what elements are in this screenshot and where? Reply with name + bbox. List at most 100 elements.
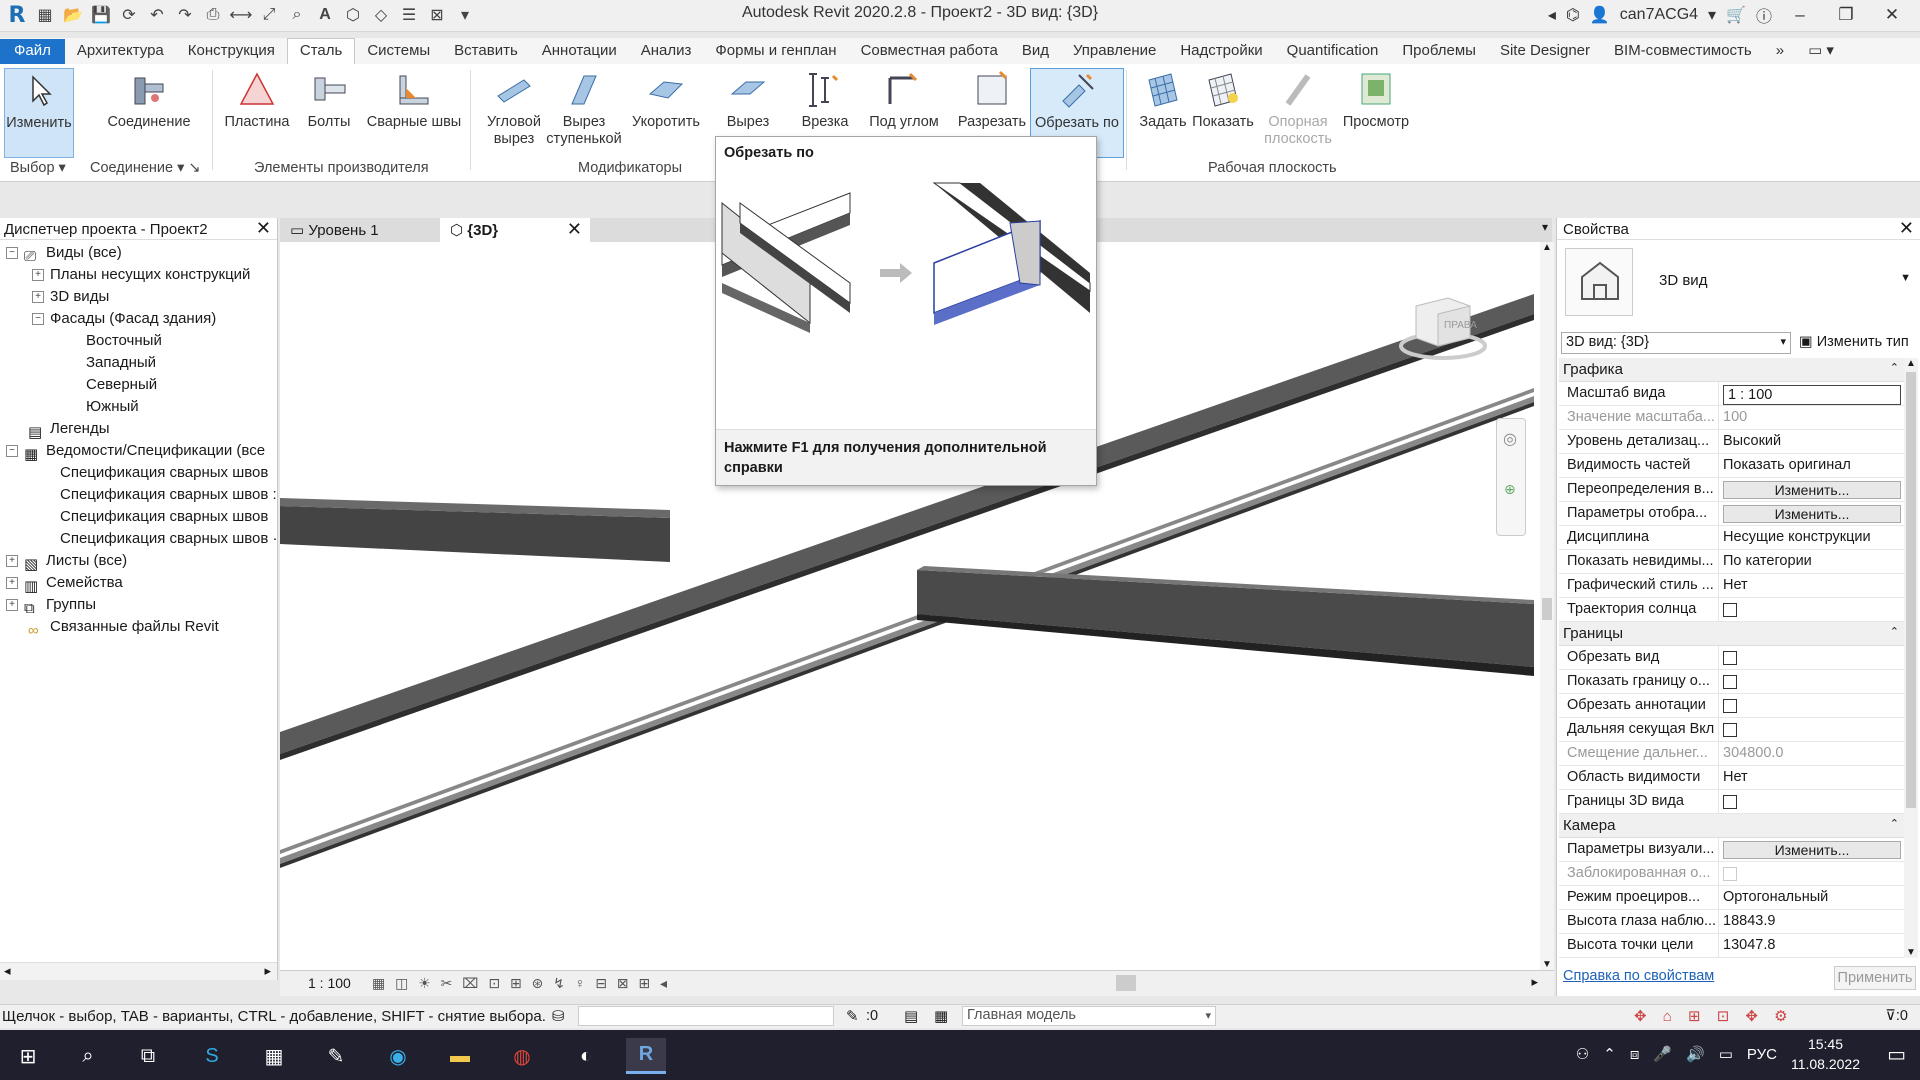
zoom-icon[interactable]: ⊕: [1504, 481, 1516, 498]
tree-item-weld-schedule-3[interactable]: Спецификация сварных швов: [60, 506, 268, 528]
view-control-icons[interactable]: ▦ ◫ ☀ ✂ ⌧ ⊡ ⊞ ⊛ ↯ ♀ ⊟ ⊠ ⊞ ◂: [372, 975, 670, 992]
worksets-icon[interactable]: ⛁: [552, 1007, 565, 1025]
tab-3d-view[interactable]: ⬡ {3D} ✕: [440, 218, 590, 242]
tree-item-structural-plans[interactable]: + Планы несущих конструкций: [32, 264, 250, 286]
property-group-header[interactable]: Границы ⌃: [1559, 622, 1905, 646]
edge-icon[interactable]: ◉: [378, 1038, 418, 1074]
property-checkbox[interactable]: [1723, 723, 1737, 737]
tree-item-west[interactable]: Западный: [86, 352, 156, 374]
tab-collaborate[interactable]: Совместная работа: [849, 39, 1010, 64]
scroll-down-icon[interactable]: ▼: [1906, 947, 1916, 958]
panel-label-connection[interactable]: Соединение ▾ ↘: [90, 160, 201, 176]
tab-analyze[interactable]: Анализ: [629, 39, 704, 64]
expand-icon[interactable]: +: [6, 555, 18, 568]
search-icon[interactable]: ⌕: [68, 1038, 108, 1074]
tab-file[interactable]: Файл: [0, 39, 65, 64]
tree-item-legends[interactable]: ▤ Легенды: [28, 418, 110, 441]
view-scale[interactable]: 1 : 100: [308, 975, 351, 991]
property-group-header[interactable]: Камера ⌃: [1559, 814, 1905, 838]
horizontal-scroll-thumb[interactable]: [1116, 975, 1136, 991]
tree-item-elevations[interactable]: − Фасады (Фасад здания): [32, 308, 216, 330]
property-value[interactable]: По категории: [1719, 550, 1905, 573]
paint-icon[interactable]: ✎: [316, 1038, 356, 1074]
corner-notch-button[interactable]: Угловой вырез: [474, 68, 554, 158]
bolts-button[interactable]: Болты: [294, 68, 364, 158]
tab-steel[interactable]: Сталь: [286, 38, 356, 64]
view-scale-input[interactable]: 1 : 100: [1723, 385, 1901, 405]
collapse-icon[interactable]: ⌃: [1890, 625, 1899, 638]
scroll-up-icon[interactable]: ▲: [1542, 242, 1552, 253]
tab-insert[interactable]: Вставить: [442, 39, 530, 64]
collapse-icon[interactable]: ⌃: [1890, 817, 1899, 830]
shorten-button[interactable]: Укоротить: [626, 68, 706, 158]
tree-item-views[interactable]: − ⎚ Виды (все): [6, 242, 122, 265]
expand-icon[interactable]: +: [6, 599, 18, 612]
tree-item-families[interactable]: + ▥ Семейства: [6, 572, 123, 595]
tree-item-groups[interactable]: + ⧉ Группы: [6, 594, 96, 617]
property-value[interactable]: Ортогональный: [1719, 886, 1905, 909]
viewcube[interactable]: ПРАВА: [1398, 286, 1488, 366]
property-checkbox[interactable]: [1723, 651, 1737, 665]
close-icon[interactable]: ✕: [567, 219, 582, 240]
chrome-icon[interactable]: ◍: [502, 1038, 542, 1074]
steering-wheel-icon[interactable]: ◎: [1503, 429, 1517, 449]
tray-expand-icon[interactable]: ⌃: [1603, 1045, 1616, 1063]
selection-filters-icons[interactable]: ✥ ⌂ ⊞ ⊡ ✥ ⚙: [1634, 1007, 1794, 1025]
tab-view[interactable]: Вид: [1010, 39, 1061, 64]
property-checkbox[interactable]: [1723, 867, 1737, 881]
scroll-thumb[interactable]: [1906, 372, 1916, 808]
property-group-header[interactable]: Графика ⌃: [1559, 358, 1905, 382]
vertical-scrollbar[interactable]: ▲ ▼: [1540, 242, 1554, 970]
welds-button[interactable]: Сварные швы: [366, 68, 462, 158]
network-icon[interactable]: ⧈: [1630, 1046, 1640, 1063]
show-workplane-button[interactable]: Показать: [1188, 68, 1258, 158]
skype-icon[interactable]: S: [192, 1038, 232, 1074]
user-dropdown-icon[interactable]: ▾: [1708, 5, 1716, 25]
property-value[interactable]: Нет: [1719, 574, 1905, 597]
modify-button[interactable]: Изменить: [4, 68, 74, 158]
tab-addins[interactable]: Надстройки: [1168, 39, 1274, 64]
design-option-select[interactable]: Главная модель ▾: [962, 1006, 1216, 1026]
tree-item-sheets[interactable]: + ▧ Листы (все): [6, 550, 127, 573]
properties-help-link[interactable]: Справка по свойствам: [1563, 968, 1714, 984]
property-checkbox[interactable]: [1723, 795, 1737, 809]
microphone-icon[interactable]: 🎤: [1653, 1045, 1672, 1063]
tab-structure[interactable]: Конструкция: [176, 39, 287, 64]
scroll-down-icon[interactable]: ▼: [1542, 959, 1552, 970]
collapse-icon[interactable]: ⌃: [1890, 361, 1899, 374]
tree-item-weld-schedule-1[interactable]: Спецификация сварных швов: [60, 462, 268, 484]
property-checkbox[interactable]: [1723, 675, 1737, 689]
ribbon-toggle-icon[interactable]: ▭ ▾: [1796, 38, 1846, 64]
reference-plane-button[interactable]: Опорная плоскость: [1256, 68, 1340, 158]
property-checkbox[interactable]: [1723, 699, 1737, 713]
main-model-icon[interactable]: ▦: [934, 1007, 948, 1025]
property-value[interactable]: 18843.9: [1719, 910, 1905, 933]
more-tabs-icon[interactable]: »: [1764, 39, 1796, 64]
obs-icon[interactable]: ◐: [566, 1038, 606, 1074]
stepped-notch-button[interactable]: Вырез ступенькой: [546, 68, 622, 158]
viewer-button[interactable]: Просмотр: [1338, 68, 1414, 158]
user-name[interactable]: can7ACG4: [1620, 6, 1698, 24]
tree-item-linked-files[interactable]: ∞ Связанные файлы Revit: [28, 616, 219, 639]
dropdown-icon[interactable]: ▼: [1900, 272, 1911, 284]
properties-scrollbar[interactable]: ▲ ▼: [1904, 358, 1918, 958]
tab-quantification[interactable]: Quantification: [1275, 39, 1391, 64]
property-value[interactable]: 304800.0: [1719, 742, 1905, 765]
tree-item-weld-schedule-4[interactable]: Спецификация сварных швов ·: [60, 528, 278, 550]
expand-icon[interactable]: +: [32, 291, 44, 304]
plate-button[interactable]: Пластина: [222, 68, 292, 158]
editable-only-icon[interactable]: ✎: [846, 1007, 859, 1025]
tree-item-schedules[interactable]: − ▦ Ведомости/Спецификации (все: [6, 440, 265, 463]
property-value[interactable]: Нет: [1719, 766, 1905, 789]
tab-massing[interactable]: Формы и генплан: [703, 39, 848, 64]
connection-button[interactable]: Соединение: [104, 68, 194, 158]
workset-select[interactable]: [578, 1006, 834, 1026]
clock[interactable]: 15:45 11.08.2022: [1791, 1034, 1860, 1074]
revit-taskbar-icon[interactable]: R: [626, 1038, 666, 1074]
caret-left-icon[interactable]: ◂: [1548, 5, 1556, 25]
property-value[interactable]: 13047.8: [1719, 934, 1905, 957]
minimize-button[interactable]: –: [1782, 5, 1818, 25]
close-icon[interactable]: ✕: [1899, 218, 1914, 239]
notifications-icon[interactable]: ▭: [1887, 1042, 1906, 1067]
type-selector[interactable]: 3D вид ▼: [1565, 248, 1913, 316]
